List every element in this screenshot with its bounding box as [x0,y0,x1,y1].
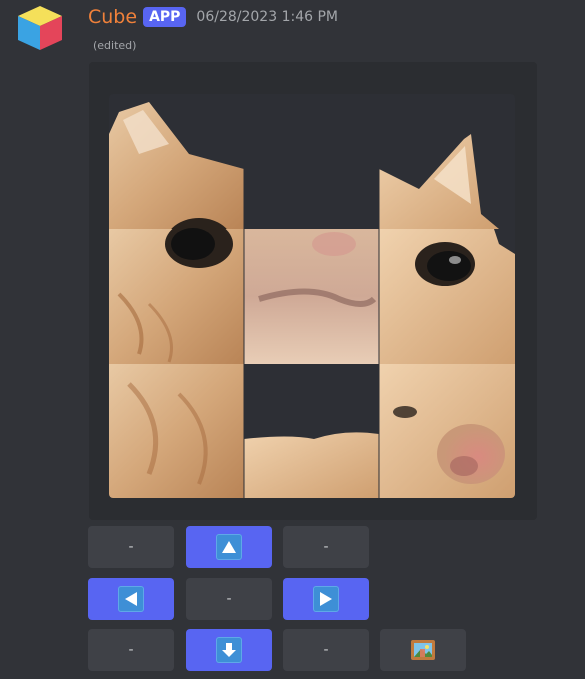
embed [89,62,537,520]
move-down-button[interactable] [186,629,272,671]
message-header: Cube APP 06/28/2023 1:46 PM [88,3,338,31]
tile-r1-c2-empty [244,94,379,229]
tile-r3-c1[interactable] [109,364,244,498]
move-up-button[interactable] [186,526,272,568]
left-arrow-icon [118,586,144,612]
blank-button-r2-c2[interactable]: - [186,578,272,620]
show-picture-button[interactable] [380,629,466,671]
button-label: - [323,539,329,555]
edited-label: (edited) [93,39,137,52]
blank-button-r1-c1[interactable]: - [88,526,174,568]
puzzle-grid [109,94,515,498]
blank-button-r3-c1[interactable]: - [88,629,174,671]
button-label: - [323,642,329,658]
move-left-button[interactable] [88,578,174,620]
cube-avatar[interactable] [14,4,66,52]
tile-r3-c2[interactable] [244,364,379,498]
right-arrow-icon [313,586,339,612]
tile-r2-c1[interactable] [109,220,244,364]
framed-picture-icon [411,640,435,660]
blank-button-r1-c3[interactable]: - [283,526,369,568]
app-badge: APP [143,7,187,27]
cube-icon [18,6,62,50]
tile-r1-c3[interactable] [379,134,499,229]
up-arrow-icon [216,534,242,560]
button-label: - [128,642,134,658]
move-right-button[interactable] [283,578,369,620]
tile-r2-c2[interactable] [244,229,379,364]
down-arrow-icon [216,637,242,663]
timestamp: 06/28/2023 1:46 PM [196,9,338,25]
blank-button-r3-c3[interactable]: - [283,629,369,671]
tile-r2-c3[interactable] [379,229,515,364]
button-label: - [128,539,134,555]
bot-message: Cube APP 06/28/2023 1:46 PM (edited) - -… [0,0,585,679]
puzzle-image[interactable] [109,94,515,498]
button-label: - [226,591,232,607]
tile-r3-c3[interactable] [379,364,515,498]
username[interactable]: Cube [88,6,137,28]
